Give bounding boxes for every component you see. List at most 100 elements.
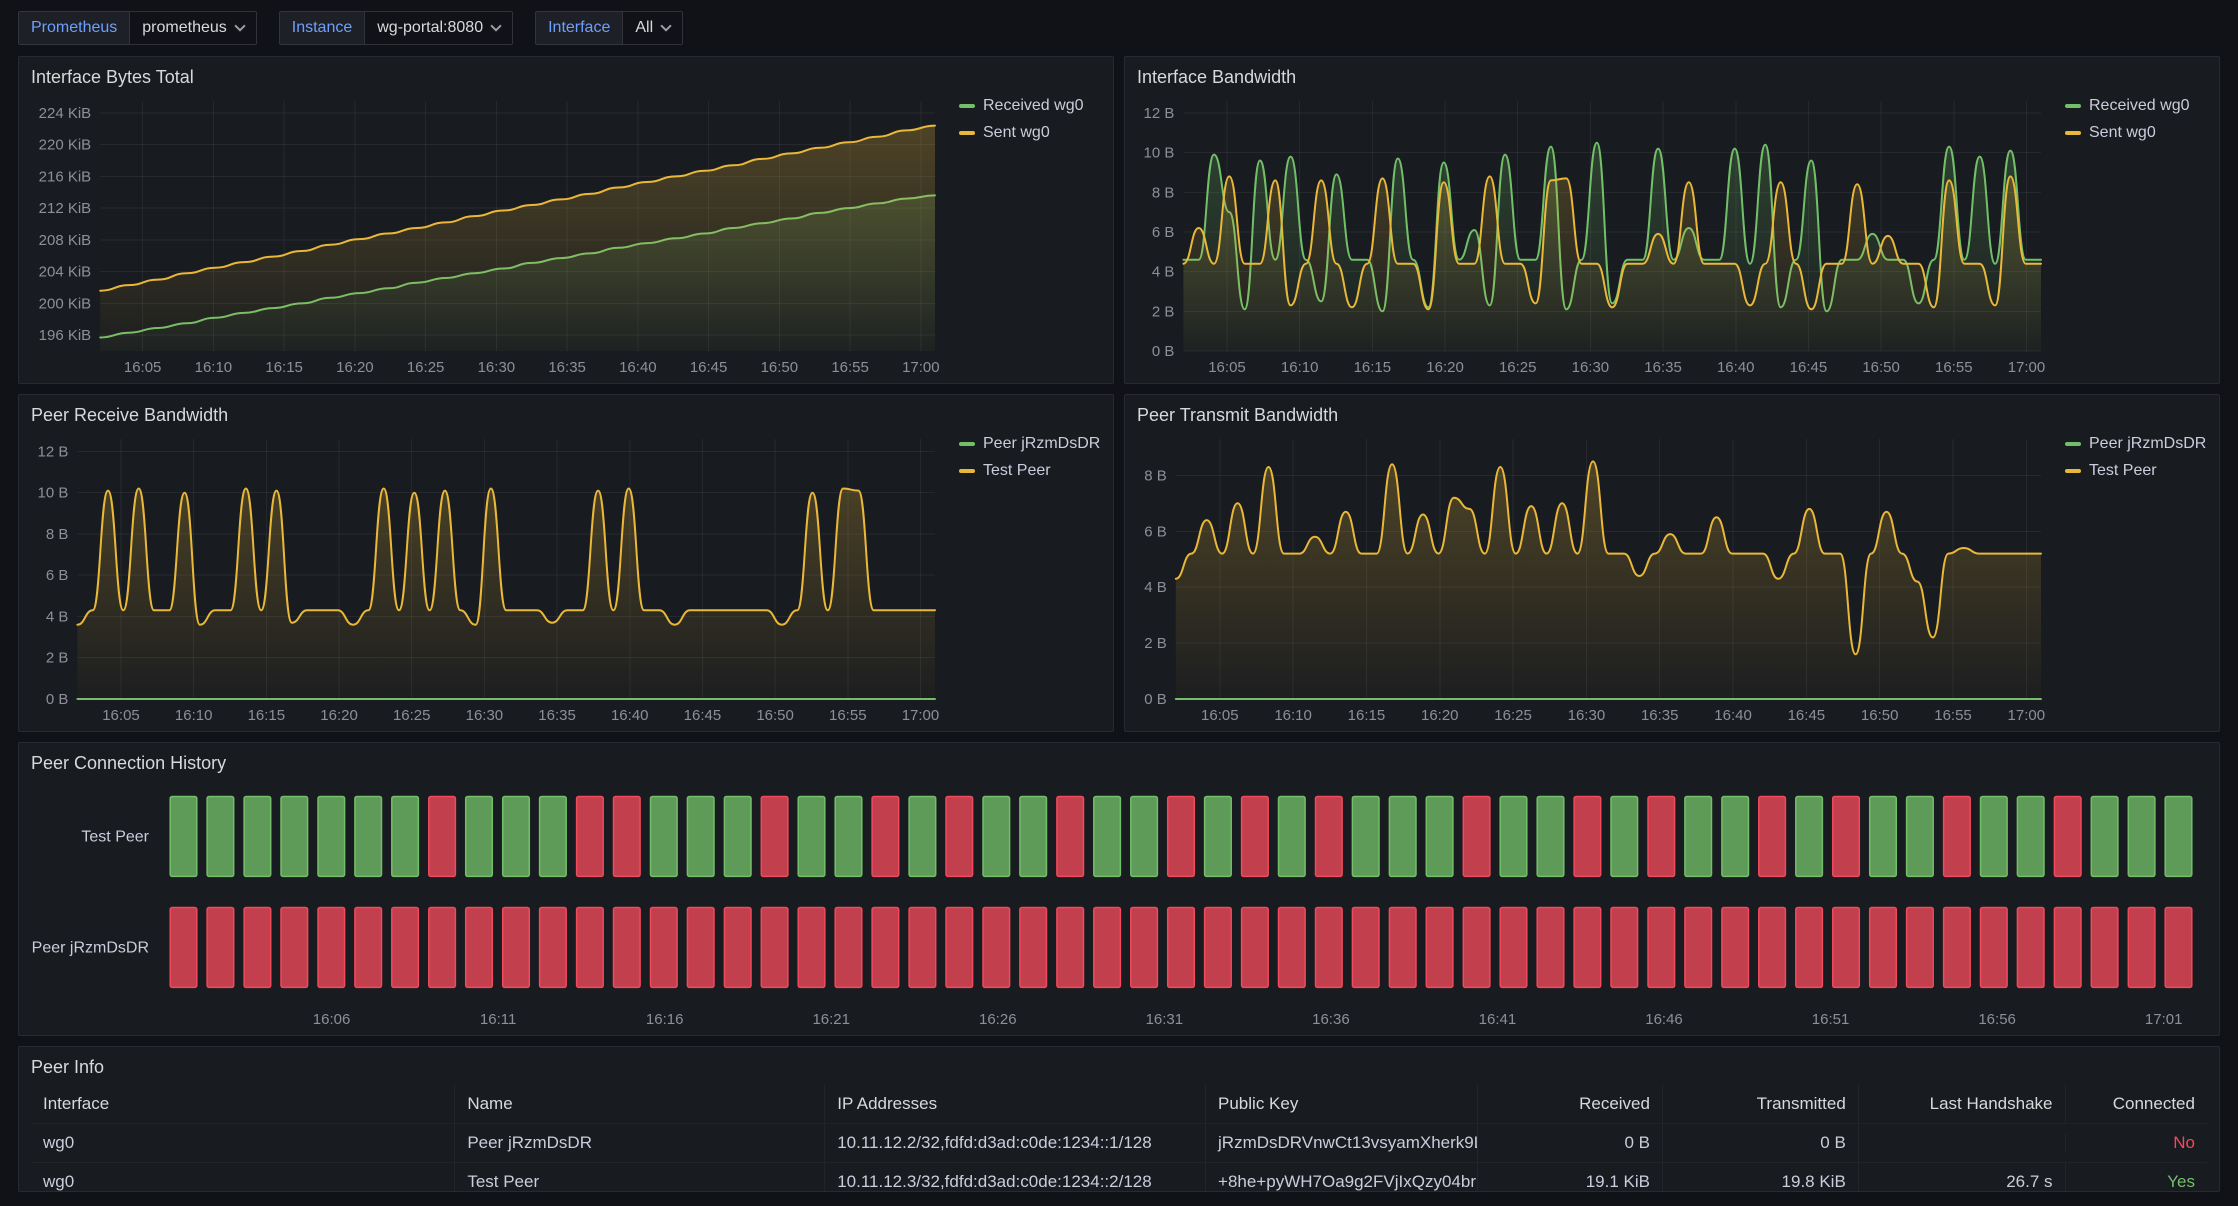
legend-item[interactable]: Peer jRzmDsDR <box>2065 435 2207 453</box>
svg-text:16:11: 16:11 <box>480 1011 516 1028</box>
svg-text:16:46: 16:46 <box>1645 1011 1683 1028</box>
chart-canvas[interactable]: 224 KiB220 KiB216 KiB212 KiB208 KiB204 K… <box>31 91 949 381</box>
svg-text:224 KiB: 224 KiB <box>39 105 92 122</box>
state-bar <box>1316 797 1343 877</box>
legend-item[interactable]: Peer jRzmDsDR <box>959 435 1101 453</box>
state-bar <box>724 908 751 988</box>
svg-text:4 B: 4 B <box>1144 579 1167 596</box>
legend-item[interactable]: Test Peer <box>959 462 1101 480</box>
state-bar <box>1389 797 1416 877</box>
chevron-down-icon <box>490 20 501 31</box>
panel-title: Peer Info <box>31 1055 2207 1079</box>
state-bar <box>540 908 567 988</box>
svg-text:2 B: 2 B <box>1152 303 1175 320</box>
svg-text:16:50: 16:50 <box>761 359 799 376</box>
state-bar <box>1316 908 1343 988</box>
column-header-transmitted[interactable]: Transmitted <box>1663 1085 1859 1123</box>
variable-instance: Instance wg-portal:8080 <box>279 11 513 45</box>
chart-legend: Received wg0 Sent wg0 <box>949 91 1101 381</box>
svg-text:17:00: 17:00 <box>2008 707 2046 724</box>
svg-text:16:15: 16:15 <box>248 707 286 724</box>
state-timeline-peer-connection-history[interactable]: Test PeerPeer jRzmDsDR16:0616:1116:1616:… <box>31 777 2207 1033</box>
state-bar <box>355 797 382 877</box>
timeseries-chart-interface-bandwidth[interactable]: 12 B10 B8 B6 B4 B2 B0 B16:0516:1016:1516… <box>1137 91 2055 381</box>
svg-text:0 B: 0 B <box>46 691 69 708</box>
state-bar <box>1426 797 1453 877</box>
state-bar <box>1537 908 1564 988</box>
column-header-ips[interactable]: IP Addresses <box>825 1085 1206 1123</box>
state-bar <box>1500 797 1527 877</box>
state-bar <box>798 797 825 877</box>
variable-select-interface[interactable]: All <box>622 11 683 45</box>
svg-text:16:45: 16:45 <box>1788 707 1826 724</box>
column-header-name[interactable]: Name <box>455 1085 825 1123</box>
svg-text:16:55: 16:55 <box>831 359 869 376</box>
state-bar <box>1685 908 1712 988</box>
timeline-canvas[interactable]: Test PeerPeer jRzmDsDR16:0616:1116:1616:… <box>31 777 2207 1033</box>
panel-interface-bytes-total: Interface Bytes Total 224 KiB220 KiB216 … <box>18 56 1114 384</box>
svg-text:6 B: 6 B <box>46 567 69 584</box>
variable-select-prometheus[interactable]: prometheus <box>129 11 257 45</box>
column-header-interface[interactable]: Interface <box>31 1085 455 1123</box>
variable-value-prometheus: prometheus <box>142 19 227 37</box>
svg-text:10 B: 10 B <box>38 485 69 502</box>
svg-text:0 B: 0 B <box>1144 691 1167 708</box>
state-bar <box>2128 908 2155 988</box>
state-bar <box>687 797 714 877</box>
state-bar <box>466 908 493 988</box>
panel-peer-transmit-bandwidth: Peer Transmit Bandwidth 8 B6 B4 B2 B0 B1… <box>1124 394 2220 732</box>
legend-item[interactable]: Received wg0 <box>2065 97 2207 115</box>
state-bar <box>1131 797 1158 877</box>
state-bar <box>577 908 604 988</box>
svg-text:16:25: 16:25 <box>407 359 445 376</box>
state-bar <box>2017 908 2044 988</box>
legend-label: Sent wg0 <box>2089 124 2156 142</box>
svg-text:16:20: 16:20 <box>1421 707 1459 724</box>
column-header-connected[interactable]: Connected <box>2066 1085 2207 1123</box>
table-row: wg0Peer jRzmDsDR10.11.12.2/32,fdfd:d3ad:… <box>31 1124 2207 1163</box>
state-bar <box>1057 908 1084 988</box>
state-bar <box>909 797 936 877</box>
chart-canvas[interactable]: 12 B10 B8 B6 B4 B2 B0 B16:0516:1016:1516… <box>31 429 949 729</box>
state-bar <box>1279 908 1306 988</box>
variable-select-instance[interactable]: wg-portal:8080 <box>364 11 513 45</box>
column-header-handshake[interactable]: Last Handshake <box>1859 1085 2066 1123</box>
timeseries-chart-interface-bytes-total[interactable]: 224 KiB220 KiB216 KiB212 KiB208 KiB204 K… <box>31 91 949 381</box>
state-bar <box>244 797 271 877</box>
timeseries-chart-peer-transmit-bandwidth[interactable]: 8 B6 B4 B2 B0 B16:0516:1016:1516:2016:25… <box>1137 429 2055 729</box>
state-bar <box>429 797 456 877</box>
chart-canvas[interactable]: 12 B10 B8 B6 B4 B2 B0 B16:0516:1016:1516… <box>1137 91 2055 381</box>
svg-text:16:25: 16:25 <box>393 707 431 724</box>
column-header-pubkey[interactable]: Public Key <box>1206 1085 1478 1123</box>
state-bar <box>429 908 456 988</box>
state-bar <box>355 908 382 988</box>
panel-title: Interface Bandwidth <box>1137 65 2207 89</box>
cell-handshake: 26.7 s <box>1859 1163 2066 1192</box>
state-bar <box>1389 908 1416 988</box>
legend-label: Test Peer <box>2089 462 2157 480</box>
svg-text:16:35: 16:35 <box>1644 359 1682 376</box>
cell-name: Test Peer <box>455 1163 825 1192</box>
cell-interface: wg0 <box>31 1124 455 1162</box>
svg-text:17:01: 17:01 <box>2145 1011 2183 1028</box>
svg-text:16:50: 16:50 <box>756 707 794 724</box>
state-bar <box>687 908 714 988</box>
state-bar <box>2091 908 2118 988</box>
svg-text:16:40: 16:40 <box>1717 359 1755 376</box>
cell-received: 19.1 KiB <box>1478 1163 1663 1192</box>
svg-text:16:21: 16:21 <box>812 1011 850 1028</box>
state-bar <box>2165 797 2192 877</box>
timeseries-chart-peer-receive-bandwidth[interactable]: 12 B10 B8 B6 B4 B2 B0 B16:0516:1016:1516… <box>31 429 949 729</box>
svg-text:16:55: 16:55 <box>829 707 867 724</box>
state-bar <box>909 908 936 988</box>
state-bar <box>1907 908 1934 988</box>
legend-item[interactable]: Sent wg0 <box>959 124 1101 142</box>
legend-item[interactable]: Received wg0 <box>959 97 1101 115</box>
svg-text:16:50: 16:50 <box>1861 707 1899 724</box>
svg-text:16:35: 16:35 <box>1641 707 1679 724</box>
svg-text:17:00: 17:00 <box>2008 359 2046 376</box>
chart-canvas[interactable]: 8 B6 B4 B2 B0 B16:0516:1016:1516:2016:25… <box>1137 429 2055 729</box>
legend-item[interactable]: Sent wg0 <box>2065 124 2207 142</box>
legend-item[interactable]: Test Peer <box>2065 462 2207 480</box>
column-header-received[interactable]: Received <box>1478 1085 1663 1123</box>
